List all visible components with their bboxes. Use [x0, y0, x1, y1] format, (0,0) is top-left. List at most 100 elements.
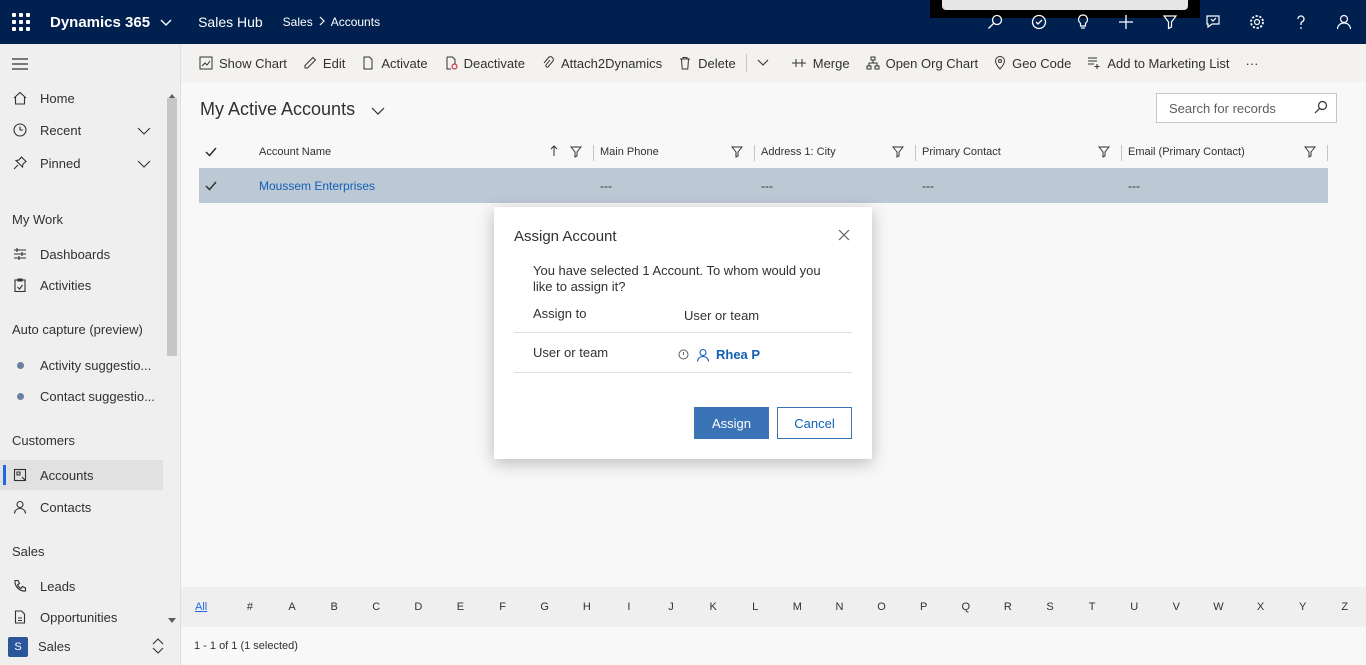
alpha-filter-a[interactable]: A: [271, 601, 313, 613]
alpha-filter-g[interactable]: G: [524, 601, 566, 613]
alpha-filter-o[interactable]: O: [861, 601, 903, 613]
sidebar-item-contacts[interactable]: Contacts: [0, 492, 163, 522]
alpha-filter-v[interactable]: V: [1155, 601, 1197, 613]
breadcrumb: Sales Accounts: [283, 15, 380, 29]
column-header-account-name[interactable]: Account Name: [253, 137, 594, 167]
hub-name[interactable]: Sales Hub: [198, 14, 263, 30]
user-link[interactable]: Rhea P: [696, 347, 760, 362]
filter-icon[interactable]: [1097, 146, 1111, 161]
alpha-filter-e[interactable]: E: [439, 601, 481, 613]
alpha-filter-f[interactable]: F: [482, 601, 524, 613]
filter-icon[interactable]: [730, 146, 744, 161]
sidebar-item-activities[interactable]: Activities: [0, 270, 163, 300]
alpha-filter-p[interactable]: P: [903, 601, 945, 613]
deactivate-button[interactable]: Deactivate: [436, 44, 533, 82]
app-name[interactable]: Dynamics 365: [50, 14, 150, 31]
chat-icon[interactable]: [1192, 0, 1236, 44]
sidebar-item-pinned[interactable]: Pinned: [0, 148, 163, 178]
column-header-main-phone[interactable]: Main Phone: [594, 137, 755, 167]
column-header-primary-contact[interactable]: Primary Contact: [916, 137, 1122, 167]
add-to-marketing-list-button[interactable]: Add to Marketing List: [1079, 44, 1237, 82]
alpha-filter-s[interactable]: S: [1029, 601, 1071, 613]
alpha-filter-u[interactable]: U: [1113, 601, 1155, 613]
chevron-down-icon[interactable]: [371, 99, 385, 120]
sidebar-item-leads[interactable]: Leads: [0, 571, 163, 601]
alpha-filter-c[interactable]: C: [355, 601, 397, 613]
hamburger-icon[interactable]: [12, 58, 28, 73]
sidebar-item-dashboards[interactable]: Dashboards: [0, 239, 163, 269]
breadcrumb-item-accounts[interactable]: Accounts: [331, 15, 380, 29]
cancel-button[interactable]: Cancel: [777, 407, 852, 439]
filter-icon[interactable]: [1148, 0, 1192, 44]
assign-button[interactable]: Assign: [694, 407, 769, 439]
alpha-filter-z[interactable]: Z: [1324, 601, 1366, 613]
sidebar-item-activity-suggestions[interactable]: Activity suggestio...: [0, 350, 163, 380]
filter-icon[interactable]: [891, 146, 905, 161]
scrollbar-thumb[interactable]: [167, 98, 177, 356]
alpha-filter-m[interactable]: M: [776, 601, 818, 613]
sidebar-item-home[interactable]: Home: [0, 83, 163, 113]
attach2dynamics-button[interactable]: Attach2Dynamics: [533, 44, 670, 82]
filter-icon[interactable]: [569, 146, 583, 161]
sidebar-item-contact-suggestions[interactable]: Contact suggestio...: [0, 381, 163, 411]
assign-to-option[interactable]: User or team: [684, 308, 759, 323]
breadcrumb-item-sales[interactable]: Sales: [283, 15, 313, 29]
gear-icon[interactable]: [1235, 0, 1279, 44]
user-icon[interactable]: [1322, 0, 1366, 44]
geo-code-button[interactable]: Geo Code: [986, 44, 1079, 82]
sidebar-scrollbar[interactable]: [165, 84, 179, 654]
merge-button[interactable]: Merge: [783, 44, 858, 82]
alpha-filter-x[interactable]: X: [1239, 601, 1281, 613]
user-lookup[interactable]: Rhea P: [678, 347, 760, 362]
chevron-down-icon[interactable]: [137, 123, 151, 138]
alpha-filter-k[interactable]: K: [692, 601, 734, 613]
app-launcher-button[interactable]: [0, 0, 42, 44]
area-switcher[interactable]: S Sales: [0, 628, 180, 665]
column-header-email[interactable]: Email (Primary Contact): [1122, 137, 1328, 167]
view-selector[interactable]: My Active Accounts: [200, 99, 385, 120]
filter-icon[interactable]: [1303, 146, 1317, 161]
chevron-down-icon[interactable]: [137, 156, 151, 171]
column-header-city[interactable]: Address 1: City: [755, 137, 916, 167]
account-link[interactable]: Moussem Enterprises: [259, 179, 375, 193]
alpha-filter-n[interactable]: N: [818, 601, 860, 613]
lightbulb-icon[interactable]: [1061, 0, 1105, 44]
task-icon[interactable]: [1017, 0, 1061, 44]
sidebar-item-recent[interactable]: Recent: [0, 115, 163, 145]
alpha-filter-r[interactable]: R: [987, 601, 1029, 613]
delete-button[interactable]: Delete: [670, 44, 744, 82]
alpha-filter-q[interactable]: Q: [945, 601, 987, 613]
edit-button[interactable]: Edit: [295, 44, 353, 82]
open-org-chart-button[interactable]: Open Org Chart: [858, 44, 987, 82]
close-icon[interactable]: [838, 229, 850, 241]
alpha-filter-i[interactable]: I: [608, 601, 650, 613]
more-icon[interactable]: ···: [1237, 44, 1266, 82]
alphabet-filter-bar: All # A B C D E F G H I J K L M N O P Q …: [181, 587, 1366, 627]
alpha-filter-all[interactable]: All: [195, 601, 229, 613]
alpha-filter-d[interactable]: D: [397, 601, 439, 613]
scroll-down-icon[interactable]: [168, 612, 176, 627]
row-checkbox[interactable]: [199, 168, 253, 203]
alpha-filter-w[interactable]: W: [1197, 601, 1239, 613]
alpha-filter-j[interactable]: J: [650, 601, 692, 613]
alpha-filter-hash[interactable]: #: [229, 601, 271, 613]
more-commands-dropdown[interactable]: [749, 44, 783, 82]
alpha-filter-y[interactable]: Y: [1282, 601, 1324, 613]
alpha-filter-h[interactable]: H: [566, 601, 608, 613]
select-all-checkbox[interactable]: [199, 137, 253, 167]
merge-icon: [791, 59, 806, 67]
alpha-filter-b[interactable]: B: [313, 601, 355, 613]
plus-icon[interactable]: [1104, 0, 1148, 44]
alpha-filter-t[interactable]: T: [1071, 601, 1113, 613]
dot-icon: [12, 357, 28, 373]
table-row[interactable]: Moussem Enterprises --- --- --- ---: [199, 168, 1328, 203]
alpha-filter-l[interactable]: L: [734, 601, 776, 613]
search-input[interactable]: [1169, 100, 1309, 116]
chevron-down-icon[interactable]: [160, 15, 172, 30]
search-icon[interactable]: [1314, 100, 1328, 117]
show-chart-button[interactable]: Show Chart: [191, 44, 295, 82]
help-icon[interactable]: [1279, 0, 1323, 44]
sidebar-item-accounts[interactable]: Accounts: [0, 460, 163, 490]
activate-button[interactable]: Activate: [353, 44, 435, 82]
search-icon[interactable]: [974, 0, 1018, 44]
